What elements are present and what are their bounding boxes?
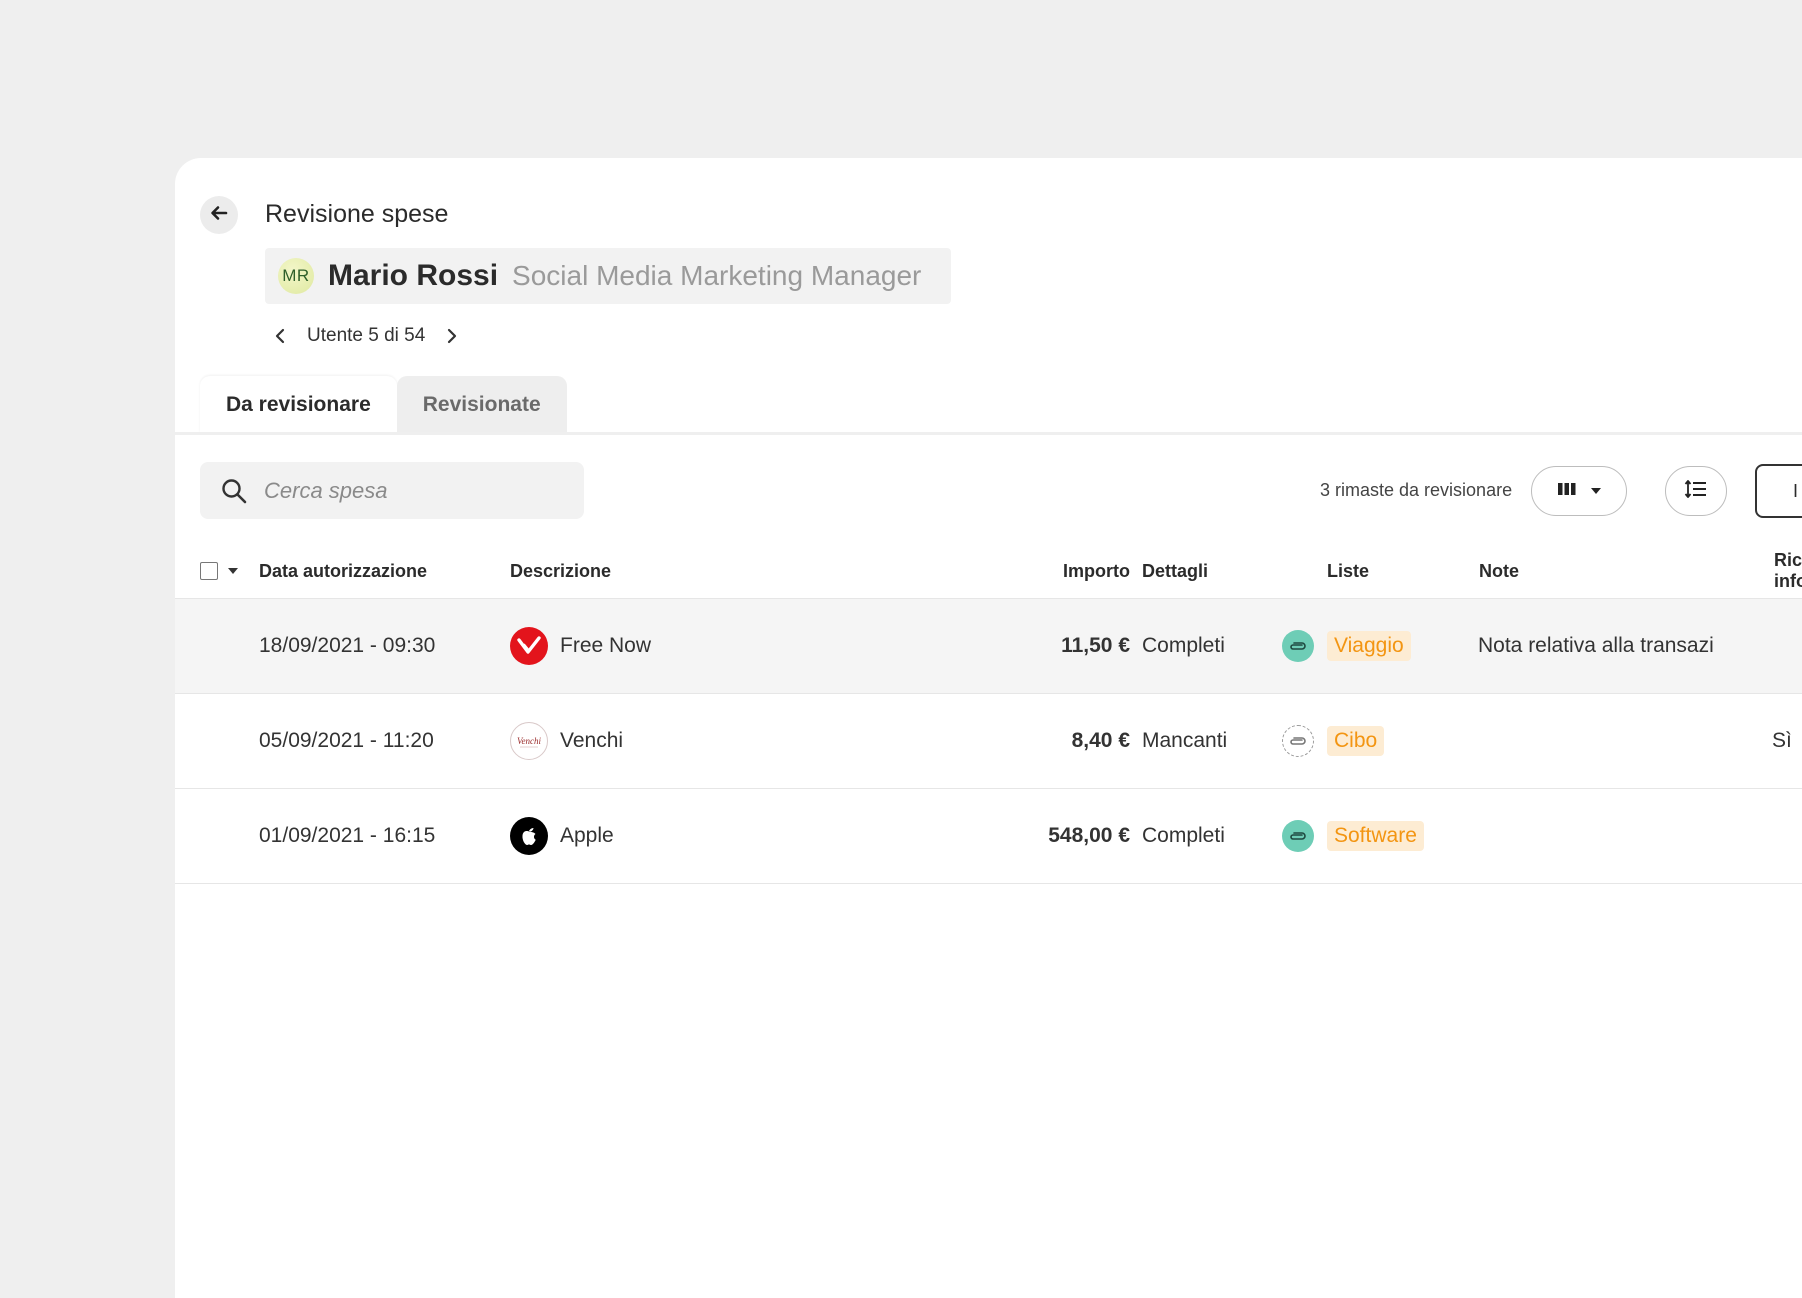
- paperclip-icon: [1282, 630, 1314, 662]
- tab-divider: [175, 432, 1802, 435]
- page-title: Revisione spese: [265, 200, 449, 228]
- back-button[interactable]: [200, 196, 238, 234]
- row-amount: 11,50 €: [1061, 634, 1130, 657]
- remaining-count: 3 rimaste da revisionare: [1320, 480, 1513, 500]
- columns-button[interactable]: [1531, 466, 1627, 516]
- row-note: Nota relativa alla transazi: [1478, 634, 1714, 657]
- column-header-data[interactable]: Data autorizzazione: [259, 556, 427, 586]
- caret-down-icon[interactable]: [228, 568, 238, 574]
- row-date: 18/09/2021 - 09:30: [259, 634, 436, 657]
- merchant-name: Apple: [560, 824, 614, 847]
- receipt-status[interactable]: [1282, 694, 1314, 788]
- row-amount: 548,00 €: [1048, 824, 1130, 847]
- tab-bar: Da revisionare Revisionate: [200, 376, 567, 433]
- previous-user-button[interactable]: [265, 321, 295, 351]
- chevron-right-icon: [448, 328, 457, 344]
- svg-text:Venchi: Venchi: [517, 736, 541, 746]
- sort-list-icon: [1684, 479, 1708, 504]
- column-header-liste[interactable]: Liste: [1327, 556, 1369, 586]
- pager-label: Utente 5 di 54: [307, 325, 426, 346]
- select-all-control[interactable]: [200, 556, 238, 586]
- column-header-importo[interactable]: Importo: [945, 556, 1130, 586]
- user-pager: Utente 5 di 54: [265, 321, 467, 351]
- tab-revisionate[interactable]: Revisionate: [396, 376, 567, 433]
- apple-logo-icon: [510, 817, 548, 855]
- user-chip: MR Mario Rossi Social Media Marketing Ma…: [265, 248, 951, 304]
- venchi-logo-icon: Venchi: [510, 722, 548, 760]
- row-details: Mancanti: [1142, 729, 1228, 752]
- row-divider: [175, 883, 1802, 884]
- merchant-name: Free Now: [560, 634, 652, 657]
- row-list[interactable]: Cibo: [1327, 694, 1385, 788]
- receipt-status[interactable]: [1282, 599, 1314, 693]
- column-header-dettagli[interactable]: Dettagli: [1142, 556, 1208, 586]
- row-description: Free Now: [510, 599, 651, 693]
- row-description: Venchi Venchi: [510, 694, 623, 788]
- column-header-richiesta-info[interactable]: Richiesta info: [1774, 550, 1802, 591]
- row-date: 01/09/2021 - 16:15: [259, 824, 436, 847]
- tab-da-revisionare[interactable]: Da revisionare: [200, 376, 397, 433]
- select-all-checkbox[interactable]: [200, 562, 218, 580]
- paperclip-icon: [1282, 820, 1314, 852]
- search-input[interactable]: [262, 476, 566, 505]
- user-name: Mario Rossi: [328, 259, 499, 292]
- row-description: Apple: [510, 789, 614, 883]
- column-header-descrizione[interactable]: Descrizione: [510, 556, 611, 586]
- partial-action-button[interactable]: I: [1755, 464, 1802, 518]
- row-details: Completi: [1142, 634, 1225, 657]
- row-list[interactable]: Viaggio: [1327, 599, 1411, 693]
- caret-down-icon: [1591, 488, 1601, 494]
- main-panel: Revisione spese MR Mario Rossi Social Me…: [175, 158, 1802, 1298]
- search-icon: [220, 477, 248, 505]
- paperclip-icon: [1282, 725, 1314, 757]
- receipt-status[interactable]: [1282, 789, 1314, 883]
- row-details: Completi: [1142, 824, 1225, 847]
- avatar: MR: [278, 258, 314, 294]
- row-amount: 8,40 €: [1071, 729, 1130, 752]
- row-info-request: Sì: [1772, 729, 1792, 752]
- row-date: 05/09/2021 - 11:20: [259, 729, 434, 752]
- next-user-button[interactable]: [437, 321, 467, 351]
- sort-button[interactable]: [1665, 466, 1727, 516]
- list-tag: Cibo: [1327, 726, 1385, 756]
- chevron-left-icon: [275, 328, 285, 344]
- arrow-left-icon: [209, 203, 229, 228]
- merchant-name: Venchi: [560, 729, 624, 752]
- column-header-note[interactable]: Note: [1479, 556, 1519, 586]
- row-list[interactable]: Software: [1327, 789, 1424, 883]
- columns-icon: [1557, 481, 1577, 502]
- search-box: [200, 462, 584, 519]
- user-role: Social Media Marketing Manager: [512, 260, 922, 291]
- list-tag: Viaggio: [1327, 631, 1411, 661]
- list-tag: Software: [1327, 821, 1424, 851]
- freenow-logo-icon: [510, 627, 548, 665]
